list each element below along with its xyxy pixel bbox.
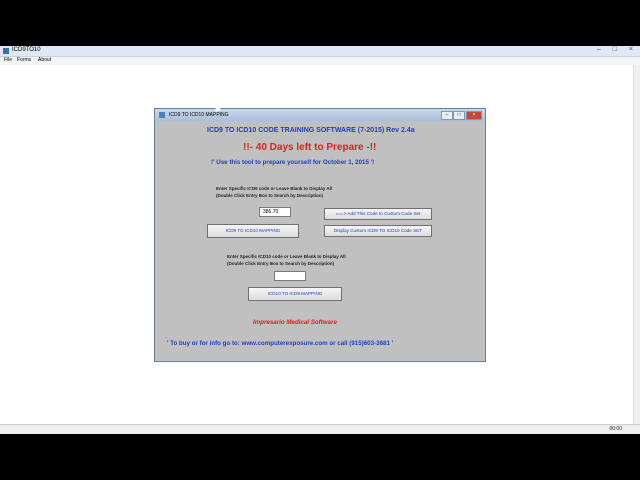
minimize-button[interactable]: –: [441, 111, 453, 120]
add-to-custom-set-button[interactable]: ===> Add This Code to Custom Code Set: [324, 208, 432, 220]
app-titlebar: ICD9TO10 – □ ×: [0, 46, 640, 57]
purchase-info: ' To buy or for info go to: www.computer…: [167, 340, 394, 347]
icd10-instruction-line2: (Double Click Entry Box to Search by Des…: [227, 261, 335, 266]
icd9-instruction-line1: Enter Specific ICD9 code or Leave Blank …: [216, 186, 333, 191]
countdown-banner: !!- 40 Days left to Prepare -!!: [243, 142, 377, 153]
status-time: 00:00: [609, 426, 622, 432]
vertical-scrollbar[interactable]: [633, 65, 640, 425]
maximize-button[interactable]: □: [453, 111, 465, 120]
menu-forms[interactable]: Forms: [17, 57, 31, 63]
icd9-to-icd10-mapping-button[interactable]: ICD9 TO ICD10 MAPPING: [207, 224, 299, 238]
window-controls[interactable]: – □ ×: [597, 46, 638, 53]
icd9-code-input[interactable]: [259, 207, 291, 217]
app-title: ICD9TO10: [12, 47, 41, 53]
icd9-instructions: Enter Specific ICD9 code or Leave Blank …: [216, 185, 332, 199]
icd10-to-icd9-mapping-button[interactable]: ICD10 TO ICD9 MAPPING: [248, 287, 342, 301]
dialog-title: ICD9 TO ICD10 MAPPING: [169, 112, 229, 118]
prepare-note: !' Use this tool to prepare yourself for…: [211, 159, 375, 166]
menu-about[interactable]: About: [38, 57, 51, 63]
dialog-icon: [159, 112, 165, 118]
icd9-instruction-line2: (Double Click Entry Box to Search by Des…: [216, 193, 324, 198]
mapping-dialog: ICD9 TO ICD10 MAPPING – □ × ICD9 TO ICD1…: [154, 108, 486, 362]
software-heading: ICD9 TO ICD10 CODE TRAINING SOFTWARE (7-…: [207, 127, 415, 134]
dialog-titlebar: ICD9 TO ICD10 MAPPING – □ ×: [155, 109, 485, 121]
icd10-instructions: Enter Specific ICD10 code or Leave Blank…: [227, 253, 346, 267]
close-button[interactable]: ×: [466, 111, 482, 120]
menu-file[interactable]: File: [4, 57, 12, 63]
company-name: Impresario Medical Software: [253, 319, 337, 326]
status-bar: 00:00: [0, 424, 640, 434]
icd10-code-input[interactable]: [274, 271, 306, 281]
icd10-instruction-line1: Enter Specific ICD10 code or Leave Blank…: [227, 254, 346, 259]
menu-bar: File Forms About: [0, 57, 640, 65]
display-custom-code-set-button[interactable]: Display Custom ICD9 TO ICD10 Code SET: [324, 225, 432, 237]
app-icon: [3, 48, 9, 54]
